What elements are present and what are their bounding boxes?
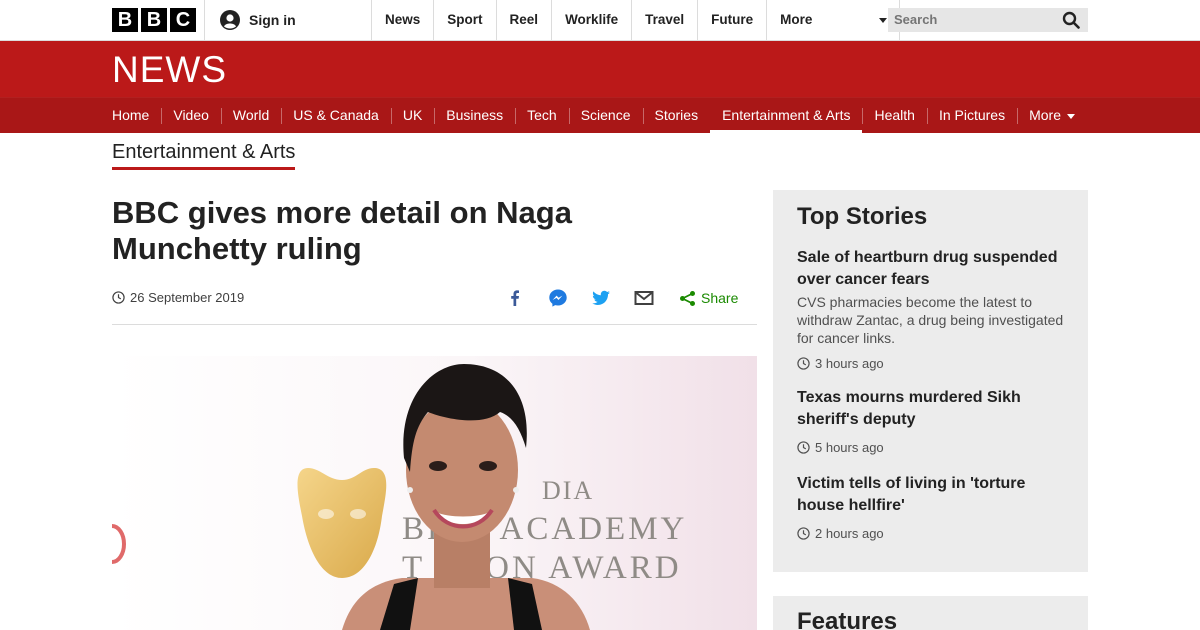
list-item: Texas mourns murdered Sikh sheriff's dep… (797, 387, 1065, 455)
story-summary: CVS pharmacies become the latest to with… (797, 294, 1064, 346)
award-text-line1: DIA (542, 476, 594, 505)
list-item: Victim tells of living in 'torture house… (797, 473, 1065, 541)
facebook-icon[interactable] (504, 287, 526, 309)
bbc-logo-letter: B (112, 8, 138, 32)
story-timestamp: 2 hours ago (797, 526, 1065, 541)
section-nav-us-canada[interactable]: US & Canada (281, 98, 391, 133)
caret-down-icon (1067, 113, 1075, 119)
section-nav: Home Video World US & Canada UK Business… (0, 97, 1200, 134)
section-nav-uk[interactable]: UK (390, 98, 434, 133)
share-button[interactable]: Share (679, 290, 738, 307)
global-nav: News Sport Reel Worklife Travel Future M… (371, 0, 901, 40)
share-icon (680, 290, 695, 306)
global-top-bar: B B C Sign in News Sport Reel Worklife T… (0, 0, 1200, 41)
global-nav-reel[interactable]: Reel (495, 0, 552, 40)
section-nav-entertainment-arts[interactable]: Entertainment & Arts (710, 98, 863, 134)
section-nav-home[interactable]: Home (112, 98, 161, 133)
news-wordmark[interactable]: NEWS (112, 51, 227, 88)
messenger-icon[interactable] (547, 287, 569, 309)
email-icon[interactable] (633, 287, 655, 309)
section-nav-in-pictures[interactable]: In Pictures (926, 98, 1017, 133)
article-hero-image: DIA BR H ACADEMY T ISION AWARD (112, 356, 757, 630)
section-nav-world[interactable]: World (220, 98, 281, 133)
clock-icon (112, 291, 125, 304)
story-time: 3 hours ago (815, 356, 884, 371)
sign-in-button[interactable]: Sign in (220, 10, 296, 30)
global-nav-news[interactable]: News (371, 0, 433, 40)
divider (204, 0, 205, 40)
story-title[interactable]: Texas mourns murdered Sikh sheriff's dep… (797, 387, 1065, 431)
clock-icon (797, 527, 810, 540)
bbc-logo[interactable]: B B C (112, 8, 196, 32)
bbc-logo-letter: C (170, 8, 196, 32)
story-timestamp: 3 hours ago (797, 356, 1065, 371)
article-headline: BBC gives more detail on Naga Munchetty … (112, 195, 572, 266)
global-nav-sport[interactable]: Sport (433, 0, 495, 40)
features-heading: Features (797, 608, 898, 630)
story-title[interactable]: Victim tells of living in 'torture house… (797, 473, 1065, 517)
twitter-icon[interactable] (590, 287, 612, 309)
story-time: 2 hours ago (815, 526, 884, 541)
top-stories-panel: Top Stories Sale of heartburn drug suspe… (773, 190, 1088, 572)
hero-photo: DIA BR H ACADEMY T ISION AWARD (112, 356, 757, 630)
article-dateline: 26 September 2019 (112, 290, 244, 305)
clock-icon (797, 441, 810, 454)
section-nav-more-label: More (1029, 107, 1061, 123)
section-nav-stories[interactable]: Stories (642, 98, 711, 133)
section-nav-business[interactable]: Business (434, 98, 515, 133)
share-tools: Share (504, 287, 738, 309)
story-timestamp: 5 hours ago (797, 440, 1065, 455)
section-nav-health[interactable]: Health (862, 98, 926, 133)
clock-icon (797, 357, 810, 370)
search-icon[interactable] (1062, 11, 1080, 29)
global-nav-more[interactable]: More (766, 0, 901, 40)
sign-in-label: Sign in (249, 12, 296, 28)
section-nav-video[interactable]: Video (161, 98, 221, 133)
bbc-logo-letter: B (141, 8, 167, 32)
features-panel: Features (773, 596, 1088, 630)
section-title[interactable]: Entertainment & Arts (112, 141, 296, 170)
top-stories-heading: Top Stories (797, 203, 928, 230)
global-nav-worklife[interactable]: Worklife (551, 0, 631, 40)
story-time: 5 hours ago (815, 440, 884, 455)
list-item: Sale of heartburn drug suspended over ca… (797, 247, 1065, 371)
story-title[interactable]: Sale of heartburn drug suspended over ca… (797, 247, 1065, 291)
global-nav-more-label: More (780, 12, 813, 27)
global-nav-future[interactable]: Future (697, 0, 766, 40)
section-nav-more[interactable]: More (1017, 98, 1087, 133)
share-label: Share (701, 290, 739, 306)
article-date: 26 September 2019 (130, 290, 245, 305)
user-icon (220, 10, 240, 30)
article-divider (112, 324, 757, 325)
search-input[interactable] (888, 8, 1088, 32)
section-nav-tech[interactable]: Tech (515, 98, 569, 133)
global-nav-travel[interactable]: Travel (631, 0, 697, 40)
section-nav-science[interactable]: Science (568, 98, 643, 133)
caret-down-icon (879, 18, 888, 23)
